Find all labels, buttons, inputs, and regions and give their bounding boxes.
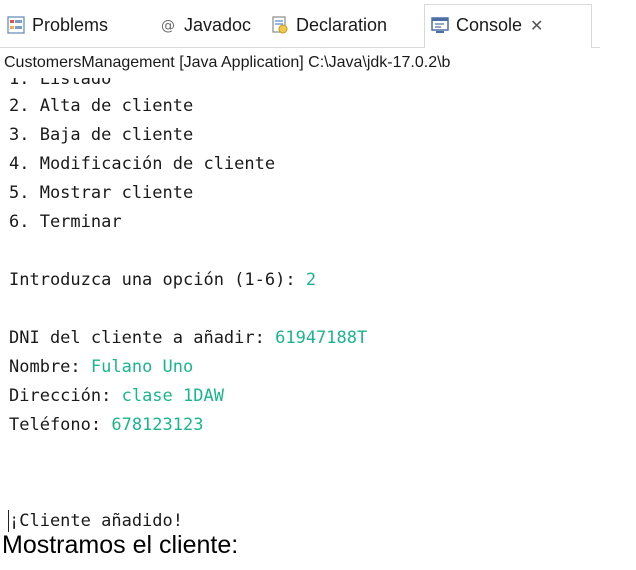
tab-label: Declaration: [296, 14, 388, 35]
caption-text: Mostramos el cliente:: [2, 531, 239, 559]
javadoc-at-icon: @: [158, 15, 178, 35]
tab-label: Javadoc: [184, 14, 252, 35]
tab-label: Console: [456, 14, 523, 35]
console-view: Problems @ Javadoc Declaration Console ✕…: [0, 0, 600, 532]
user-input: 61947188T: [275, 328, 368, 348]
prompt-text: DNI del cliente a añadir:: [9, 328, 276, 348]
console-line: Dirección: clase 1DAW: [9, 381, 224, 411]
console-line: Nombre: Fulano Uno: [9, 352, 193, 382]
tab-label: Problems: [32, 14, 109, 35]
svg-text:@: @: [161, 18, 175, 33]
user-input: Fulano Uno: [90, 357, 194, 377]
console-line: 5. Mostrar cliente: [9, 183, 194, 203]
declaration-icon: [270, 15, 290, 35]
console-line: 4. Modificación de cliente: [9, 154, 276, 174]
user-input: clase 1DAW: [121, 386, 224, 406]
prompt-text: Introduzca una opción (1-6):: [9, 270, 306, 290]
console-line: 6. Terminar: [9, 212, 122, 232]
console-icon: [430, 15, 450, 35]
console-line: 2. Alta de cliente: [9, 96, 194, 116]
console-line: 3. Baja de cliente: [9, 125, 194, 145]
console-line: Introduzca una opción (1-6): 2: [9, 265, 316, 295]
close-icon[interactable]: ✕: [530, 16, 543, 35]
console-line: DNI del cliente a añadir: 61947188T: [9, 323, 367, 353]
launch-info: CustomersManagement [Java Application] C…: [4, 54, 451, 71]
console-line: ¡Cliente añadido!: [9, 511, 183, 531]
console-line: Teléfono: 678123123: [9, 410, 203, 440]
prompt-text: Teléfono:: [9, 415, 112, 435]
console-output[interactable]: 1. Listado 2. Alta de cliente 3. Baja de…: [0, 78, 600, 532]
tab-problems[interactable]: Problems: [6, 10, 108, 40]
page: Problems @ Javadoc Declaration Console ✕…: [0, 0, 636, 570]
prompt-text: Nombre:: [9, 357, 91, 377]
view-tab-bar: Problems @ Javadoc Declaration Console ✕: [0, 0, 600, 48]
user-input: 2: [305, 270, 317, 290]
user-input: 678123123: [111, 415, 204, 435]
prompt-text: Dirección:: [9, 386, 122, 406]
tab-console[interactable]: Console ✕: [430, 10, 543, 40]
problems-icon: [6, 15, 26, 35]
tab-javadoc[interactable]: @ Javadoc: [158, 10, 251, 40]
tab-declaration[interactable]: Declaration: [270, 10, 387, 40]
